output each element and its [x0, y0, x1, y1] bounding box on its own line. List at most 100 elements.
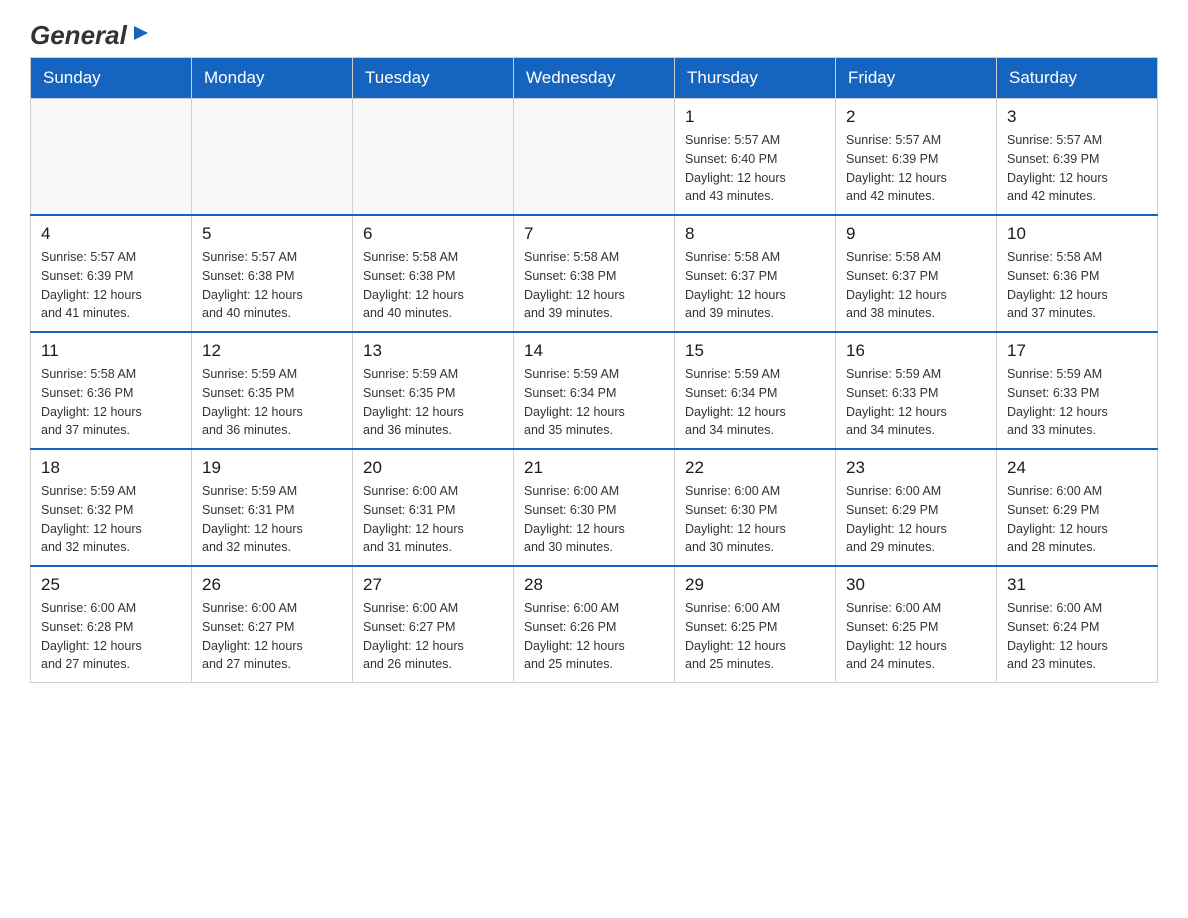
day-info: Sunrise: 6:00 AM Sunset: 6:28 PM Dayligh… — [41, 599, 181, 674]
day-number: 10 — [1007, 224, 1147, 244]
day-number: 27 — [363, 575, 503, 595]
day-number: 28 — [524, 575, 664, 595]
logo-arrow-icon — [130, 22, 152, 49]
calendar-cell: 2 Sunrise: 5:57 AM Sunset: 6:39 PM Daylig… — [836, 99, 997, 216]
day-number: 21 — [524, 458, 664, 478]
header: General — [30, 20, 1158, 47]
calendar-cell: 5 Sunrise: 5:57 AM Sunset: 6:38 PM Daylig… — [192, 215, 353, 332]
calendar-cell: 4 Sunrise: 5:57 AM Sunset: 6:39 PM Daylig… — [31, 215, 192, 332]
day-number: 25 — [41, 575, 181, 595]
day-info: Sunrise: 5:57 AM Sunset: 6:39 PM Dayligh… — [1007, 131, 1147, 206]
calendar-cell: 8 Sunrise: 5:58 AM Sunset: 6:37 PM Daylig… — [675, 215, 836, 332]
day-number: 5 — [202, 224, 342, 244]
calendar-cell: 12Sunrise: 5:59 AM Sunset: 6:35 PM Dayli… — [192, 332, 353, 449]
day-number: 20 — [363, 458, 503, 478]
day-number: 2 — [846, 107, 986, 127]
day-number: 4 — [41, 224, 181, 244]
week-row-5: 25 Sunrise: 6:00 AM Sunset: 6:28 PM Dayli… — [31, 566, 1158, 683]
day-info: Sunrise: 5:58 AM Sunset: 6:38 PM Dayligh… — [524, 248, 664, 323]
day-info: Sunrise: 6:00 AM Sunset: 6:31 PM Dayligh… — [363, 482, 503, 557]
day-info: Sunrise: 5:59 AM Sunset: 6:34 PM Dayligh… — [524, 365, 664, 440]
calendar-cell: 31 Sunrise: 6:00 AM Sunset: 6:24 PM Dayli… — [997, 566, 1158, 683]
day-info: Sunrise: 5:58 AM Sunset: 6:37 PM Dayligh… — [685, 248, 825, 323]
calendar-cell: 19Sunrise: 5:59 AM Sunset: 6:31 PM Dayli… — [192, 449, 353, 566]
logo-text-general: General — [30, 20, 127, 51]
day-number: 31 — [1007, 575, 1147, 595]
calendar-cell: 7Sunrise: 5:58 AM Sunset: 6:38 PM Daylig… — [514, 215, 675, 332]
calendar-cell: 9 Sunrise: 5:58 AM Sunset: 6:37 PM Daylig… — [836, 215, 997, 332]
calendar-cell: 3 Sunrise: 5:57 AM Sunset: 6:39 PM Daylig… — [997, 99, 1158, 216]
weekday-header-friday: Friday — [836, 58, 997, 99]
day-number: 16 — [846, 341, 986, 361]
calendar-cell: 17 Sunrise: 5:59 AM Sunset: 6:33 PM Dayli… — [997, 332, 1158, 449]
calendar-cell: 25 Sunrise: 6:00 AM Sunset: 6:28 PM Dayli… — [31, 566, 192, 683]
weekday-header-saturday: Saturday — [997, 58, 1158, 99]
calendar-cell: 18 Sunrise: 5:59 AM Sunset: 6:32 PM Dayli… — [31, 449, 192, 566]
calendar-cell — [31, 99, 192, 216]
calendar-cell: 27 Sunrise: 6:00 AM Sunset: 6:27 PM Dayli… — [353, 566, 514, 683]
day-number: 14 — [524, 341, 664, 361]
calendar-cell: 11 Sunrise: 5:58 AM Sunset: 6:36 PM Dayli… — [31, 332, 192, 449]
day-number: 12 — [202, 341, 342, 361]
logo: General — [30, 20, 152, 47]
calendar-cell: 20 Sunrise: 6:00 AM Sunset: 6:31 PM Dayli… — [353, 449, 514, 566]
day-info: Sunrise: 5:59 AM Sunset: 6:35 PM Dayligh… — [363, 365, 503, 440]
day-number: 19 — [202, 458, 342, 478]
day-info: Sunrise: 5:57 AM Sunset: 6:39 PM Dayligh… — [846, 131, 986, 206]
calendar-cell: 13 Sunrise: 5:59 AM Sunset: 6:35 PM Dayli… — [353, 332, 514, 449]
calendar-cell: 30 Sunrise: 6:00 AM Sunset: 6:25 PM Dayli… — [836, 566, 997, 683]
day-info: Sunrise: 5:59 AM Sunset: 6:33 PM Dayligh… — [846, 365, 986, 440]
day-info: Sunrise: 6:00 AM Sunset: 6:27 PM Dayligh… — [363, 599, 503, 674]
calendar-cell — [514, 99, 675, 216]
day-info: Sunrise: 5:59 AM Sunset: 6:32 PM Dayligh… — [41, 482, 181, 557]
calendar-cell: 22Sunrise: 6:00 AM Sunset: 6:30 PM Dayli… — [675, 449, 836, 566]
day-info: Sunrise: 6:00 AM Sunset: 6:29 PM Dayligh… — [1007, 482, 1147, 557]
calendar-cell: 6Sunrise: 5:58 AM Sunset: 6:38 PM Daylig… — [353, 215, 514, 332]
day-number: 24 — [1007, 458, 1147, 478]
day-info: Sunrise: 5:58 AM Sunset: 6:36 PM Dayligh… — [1007, 248, 1147, 323]
calendar-cell: 29Sunrise: 6:00 AM Sunset: 6:25 PM Dayli… — [675, 566, 836, 683]
calendar-cell: 24 Sunrise: 6:00 AM Sunset: 6:29 PM Dayli… — [997, 449, 1158, 566]
weekday-header-wednesday: Wednesday — [514, 58, 675, 99]
day-number: 17 — [1007, 341, 1147, 361]
weekday-header-thursday: Thursday — [675, 58, 836, 99]
day-number: 13 — [363, 341, 503, 361]
calendar-cell: 15 Sunrise: 5:59 AM Sunset: 6:34 PM Dayli… — [675, 332, 836, 449]
calendar-table: SundayMondayTuesdayWednesdayThursdayFrid… — [30, 57, 1158, 683]
day-number: 9 — [846, 224, 986, 244]
day-number: 23 — [846, 458, 986, 478]
day-info: Sunrise: 5:57 AM Sunset: 6:38 PM Dayligh… — [202, 248, 342, 323]
calendar-cell — [353, 99, 514, 216]
day-info: Sunrise: 6:00 AM Sunset: 6:24 PM Dayligh… — [1007, 599, 1147, 674]
day-info: Sunrise: 6:00 AM Sunset: 6:30 PM Dayligh… — [524, 482, 664, 557]
day-number: 26 — [202, 575, 342, 595]
day-number: 18 — [41, 458, 181, 478]
calendar-cell: 10 Sunrise: 5:58 AM Sunset: 6:36 PM Dayli… — [997, 215, 1158, 332]
calendar-cell: 16 Sunrise: 5:59 AM Sunset: 6:33 PM Dayli… — [836, 332, 997, 449]
day-number: 3 — [1007, 107, 1147, 127]
calendar-cell — [192, 99, 353, 216]
day-info: Sunrise: 5:57 AM Sunset: 6:39 PM Dayligh… — [41, 248, 181, 323]
day-number: 15 — [685, 341, 825, 361]
day-number: 8 — [685, 224, 825, 244]
calendar-cell: 14 Sunrise: 5:59 AM Sunset: 6:34 PM Dayli… — [514, 332, 675, 449]
day-info: Sunrise: 5:58 AM Sunset: 6:38 PM Dayligh… — [363, 248, 503, 323]
day-info: Sunrise: 6:00 AM Sunset: 6:29 PM Dayligh… — [846, 482, 986, 557]
day-number: 30 — [846, 575, 986, 595]
week-row-4: 18 Sunrise: 5:59 AM Sunset: 6:32 PM Dayli… — [31, 449, 1158, 566]
day-info: Sunrise: 5:58 AM Sunset: 6:36 PM Dayligh… — [41, 365, 181, 440]
calendar-cell: 23 Sunrise: 6:00 AM Sunset: 6:29 PM Dayli… — [836, 449, 997, 566]
calendar-cell: 21 Sunrise: 6:00 AM Sunset: 6:30 PM Dayli… — [514, 449, 675, 566]
day-info: Sunrise: 6:00 AM Sunset: 6:25 PM Dayligh… — [846, 599, 986, 674]
day-info: Sunrise: 5:57 AM Sunset: 6:40 PM Dayligh… — [685, 131, 825, 206]
day-info: Sunrise: 5:59 AM Sunset: 6:34 PM Dayligh… — [685, 365, 825, 440]
day-number: 29 — [685, 575, 825, 595]
day-info: Sunrise: 5:59 AM Sunset: 6:33 PM Dayligh… — [1007, 365, 1147, 440]
day-info: Sunrise: 6:00 AM Sunset: 6:27 PM Dayligh… — [202, 599, 342, 674]
week-row-2: 4 Sunrise: 5:57 AM Sunset: 6:39 PM Daylig… — [31, 215, 1158, 332]
weekday-header-row: SundayMondayTuesdayWednesdayThursdayFrid… — [31, 58, 1158, 99]
weekday-header-tuesday: Tuesday — [353, 58, 514, 99]
day-info: Sunrise: 5:58 AM Sunset: 6:37 PM Dayligh… — [846, 248, 986, 323]
calendar-cell: 26 Sunrise: 6:00 AM Sunset: 6:27 PM Dayli… — [192, 566, 353, 683]
day-number: 11 — [41, 341, 181, 361]
